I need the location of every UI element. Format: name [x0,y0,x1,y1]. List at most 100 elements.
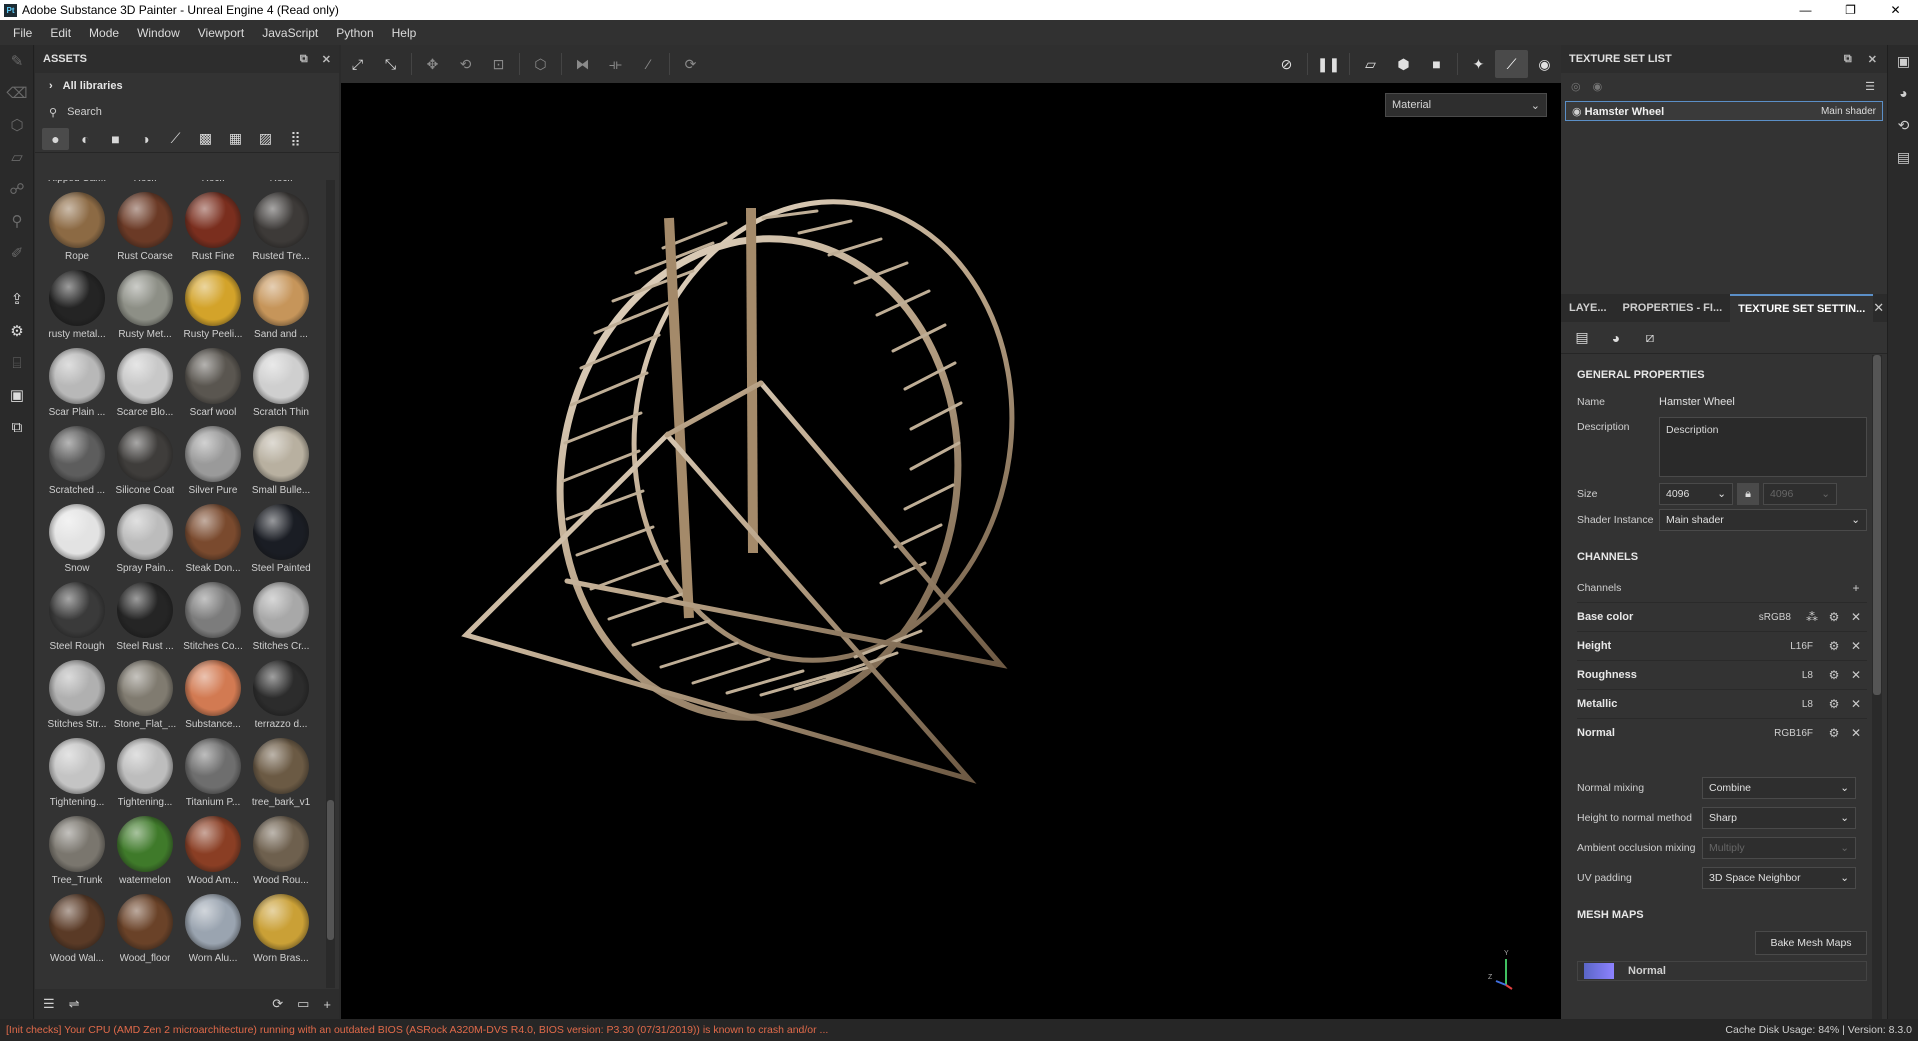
3d-viewport[interactable]: Material ⌄ Y Z [341,83,1561,1019]
paint-brush-icon[interactable]: ✎ [0,45,34,77]
asset-item[interactable]: Steel Rust ... [111,578,179,656]
menu-mode[interactable]: Mode [80,26,128,40]
asset-item[interactable]: Scratch Thin [247,344,315,422]
screenshot-icon[interactable]: ◉ [1528,50,1561,78]
assets-search[interactable]: ⚲ Search [35,99,339,125]
hide-icon[interactable]: ◎ [1571,80,1581,93]
menu-viewport[interactable]: Viewport [189,26,253,40]
projection-icon[interactable]: ⬡ [0,109,34,141]
asset-item[interactable]: Sand and ... [247,266,315,344]
mesh-map-normal[interactable]: Normal [1577,961,1867,981]
asset-item[interactable]: terrazzo d... [247,656,315,734]
color-profile-icon[interactable]: ⁂ [1801,610,1823,624]
close-icon[interactable]: ✕ [1845,639,1867,653]
eraser-icon[interactable]: ⌫ [0,77,34,109]
brush-filter-icon[interactable]: ⟋ [162,128,189,150]
asset-item[interactable]: Rusty Met... [111,266,179,344]
asset-item[interactable]: Tightening... [111,734,179,812]
asset-item[interactable]: Substance... [179,656,247,734]
asset-item[interactable]: rusty metal... [43,266,111,344]
asset-item[interactable]: watermelon [111,812,179,890]
asset-item[interactable]: Rock [179,180,247,188]
list-view-icon[interactable]: ☰ [43,996,55,1012]
maximize-button[interactable]: ❐ [1828,0,1873,20]
menu-help[interactable]: Help [383,26,426,40]
asset-item[interactable]: Rock [111,180,179,188]
color-picker-icon[interactable]: ✐ [0,237,34,269]
close-icon[interactable]: ✕ [1845,697,1867,711]
close-panel-icon[interactable]: ✕ [1868,53,1877,66]
gear-icon[interactable]: ⚙ [1823,610,1845,624]
all-libraries-row[interactable]: › All libraries [35,73,339,99]
material-filter-icon[interactable]: ● [42,127,69,150]
asset-item[interactable]: Small Bulle... [247,422,315,500]
symmetry-icon[interactable]: ⧓ [566,50,599,78]
gear-icon[interactable]: ⚙ [1823,726,1845,740]
asset-item[interactable]: Titanium P... [179,734,247,812]
asset-item[interactable]: Silicone Coat [111,422,179,500]
asset-item[interactable]: Rusted Tre... [247,188,315,266]
asset-item[interactable]: Scar Plain ... [43,344,111,422]
viewport-mode-dropdown[interactable]: Material ⌄ [1385,93,1547,117]
close-window-button[interactable]: ✕ [1873,0,1918,20]
camera-icon[interactable]: ■ [1420,50,1453,78]
channel-format[interactable]: L8 [1802,670,1813,681]
tab-layers[interactable]: LAYE... [1561,294,1615,322]
assets-scroll-thumb[interactable] [327,800,334,940]
asset-item[interactable]: Worn Alu... [179,890,247,968]
sort-icon[interactable]: ⇌ [69,996,80,1012]
visibility-eye-icon[interactable]: ◉ [1572,106,1582,118]
channel-row[interactable]: Roughness L8 ⚙ ✕ [1577,660,1867,689]
refresh-icon[interactable]: ⟳ [272,996,283,1012]
polygon-fill-icon[interactable]: ▱ [0,141,34,173]
align-icon[interactable]: ⟛ [599,50,632,78]
asset-item[interactable]: Scarf wool [179,344,247,422]
channel-format[interactable]: L16F [1790,641,1813,652]
eye-icon[interactable]: ◉ [1593,80,1603,93]
clone-stamp-icon[interactable]: ⚲ [0,205,34,237]
transform-icon[interactable]: ⤢ [341,50,374,78]
paint-mode-icon[interactable]: ⟋ [1495,50,1528,78]
smudge-icon[interactable]: ☍ [0,173,34,205]
asset-item[interactable]: Tree_Trunk [43,812,111,890]
properties-scroll-thumb[interactable] [1873,355,1881,695]
asset-item[interactable]: Snow [43,500,111,578]
texture-set-settings-icon[interactable]: ▤ [1567,325,1597,351]
add-channel-icon[interactable]: + [1845,581,1867,595]
uv-transform-icon[interactable]: ⤡ [374,50,407,78]
view-2d-icon[interactable]: ▱ [1354,50,1387,78]
asset-item[interactable]: Silver Pure [179,422,247,500]
history-icon[interactable]: ⟳ [674,50,707,78]
rotate-icon[interactable]: ⟲ [449,50,482,78]
asset-item[interactable]: Stitches Cr... [247,578,315,656]
menu-file[interactable]: File [4,26,41,40]
lock-icon[interactable]: 🔒︎ [1737,483,1759,505]
height-to-normal-dropdown[interactable]: Sharp ⌄ [1702,807,1856,829]
history-icon[interactable]: ⟲ [1888,109,1918,141]
asset-item[interactable]: Steel Painted [247,500,315,578]
add-icon[interactable]: + [323,997,331,1012]
texture-set-item[interactable]: ◉ Hamster Wheel Main shader [1565,101,1883,121]
close-icon[interactable]: ✕ [1845,726,1867,740]
asset-item[interactable]: Wood Rou... [247,812,315,890]
material-sphere-icon[interactable]: ◕ [1601,325,1631,351]
size-dropdown[interactable]: 4096 ⌄ [1659,483,1733,505]
texture-filter-icon[interactable]: ▦ [222,128,249,150]
search-input[interactable]: Search [67,106,102,118]
measure-icon[interactable]: ⌸ [0,347,34,379]
shelf-icon[interactable]: ▣ [0,379,34,411]
close-panel-icon[interactable]: ✕ [322,53,331,66]
channel-row[interactable]: Normal RGB16F ⚙ ✕ [1577,718,1867,747]
asset-item[interactable]: Wood_floor [111,890,179,968]
asset-item[interactable]: Wood Am... [179,812,247,890]
tab-properties[interactable]: PROPERTIES - FI... [1615,294,1731,322]
asset-item[interactable]: Ripped Car... [43,180,111,188]
scale-icon[interactable]: ⊡ [482,50,515,78]
normal-mixing-dropdown[interactable]: Combine ⌄ [1702,777,1856,799]
properties-scrollbar[interactable] [1872,355,1882,1019]
log-icon[interactable]: ▤ [1888,141,1918,173]
close-icon[interactable]: ✕ [1845,668,1867,682]
asset-item[interactable]: Rust Coarse [111,188,179,266]
menu-window[interactable]: Window [128,26,189,40]
asset-item[interactable]: Stitches Co... [179,578,247,656]
